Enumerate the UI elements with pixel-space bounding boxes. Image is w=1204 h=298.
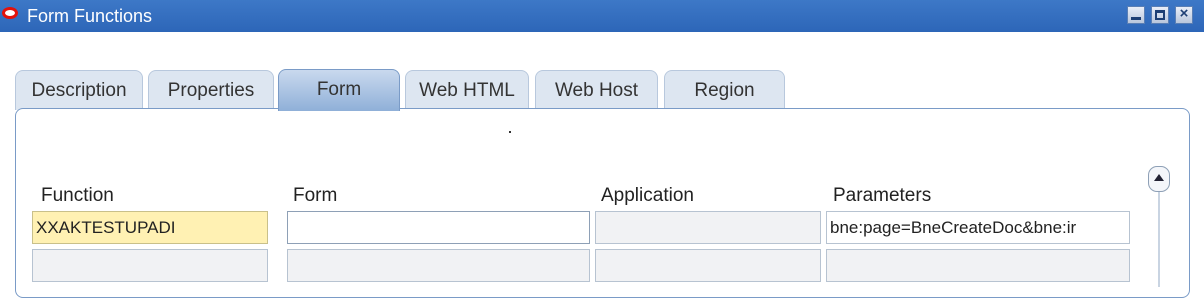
close-button[interactable]: × (1175, 5, 1193, 24)
title-bar: Form Functions × (0, 0, 1204, 32)
function-field-row-2[interactable] (32, 249, 268, 282)
tab-description[interactable]: Description (15, 70, 143, 110)
application-field[interactable] (595, 211, 821, 244)
scroll-up-button[interactable] (1148, 166, 1170, 192)
function-field[interactable]: XXAKTESTUPADI (32, 211, 268, 244)
tab-web-host[interactable]: Web Host (535, 70, 658, 110)
parameters-field-row-2[interactable] (826, 249, 1130, 282)
maximize-icon (1155, 10, 1165, 20)
vertical-scrollbar[interactable] (1158, 192, 1160, 287)
tab-region[interactable]: Region (664, 70, 785, 110)
up-arrow-icon (1154, 174, 1164, 181)
parameters-field[interactable]: bne:page=BneCreateDoc&bne:ir (826, 211, 1130, 244)
application-field-row-2[interactable] (595, 249, 821, 282)
tab-properties[interactable]: Properties (148, 70, 274, 110)
window-title: Form Functions (27, 6, 153, 26)
minimize-icon (1131, 17, 1141, 20)
column-header-application: Application (601, 185, 694, 206)
stray-dot (509, 131, 511, 133)
column-header-parameters: Parameters (833, 185, 932, 206)
column-header-function: Function (41, 185, 114, 206)
form-field-row-2[interactable] (287, 249, 590, 282)
close-icon: × (1179, 5, 1189, 22)
tab-form[interactable]: Form (278, 69, 400, 111)
maximize-button[interactable] (1151, 6, 1169, 24)
minimize-button[interactable] (1127, 6, 1145, 24)
form-field[interactable] (287, 211, 590, 244)
column-header-form: Form (293, 185, 338, 206)
oracle-logo-icon (2, 7, 18, 19)
tab-web-html[interactable]: Web HTML (405, 70, 529, 110)
